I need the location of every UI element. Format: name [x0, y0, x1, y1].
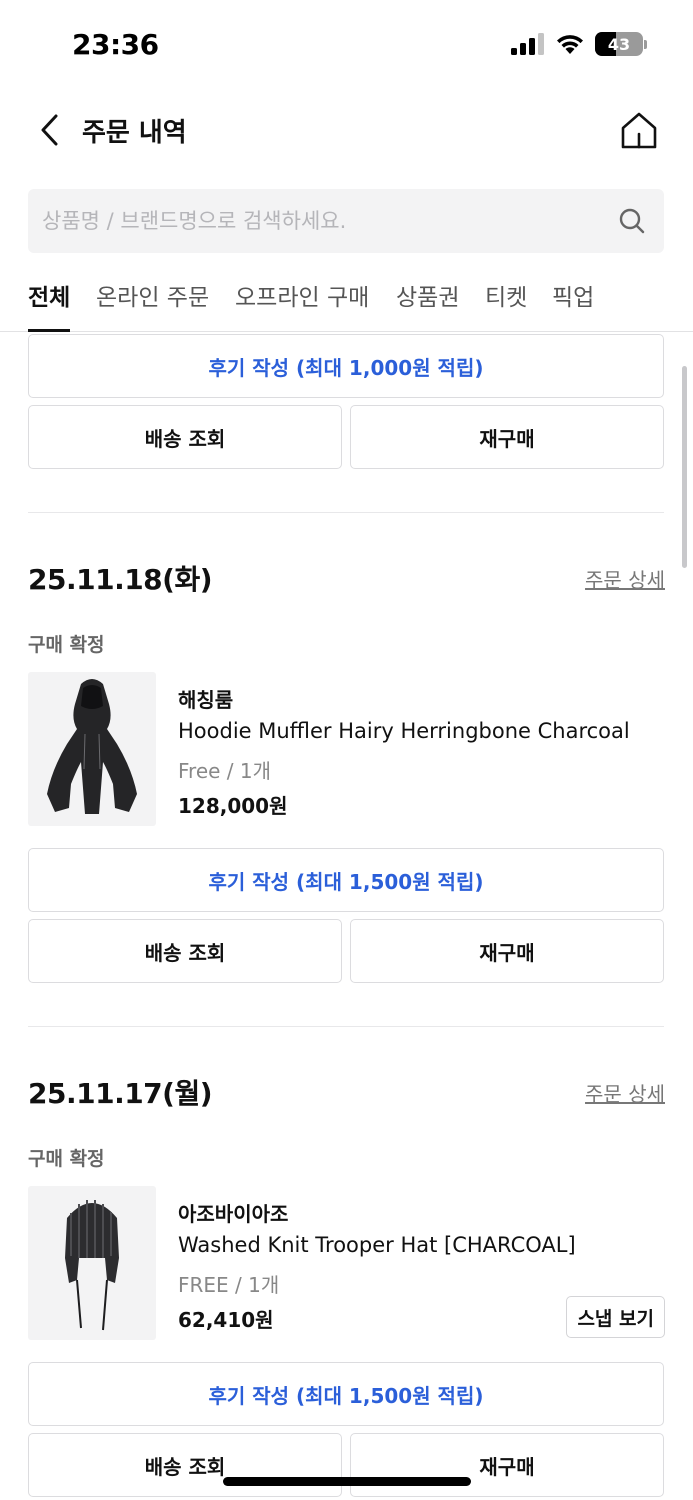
- product-price: 62,410원: [178, 1308, 274, 1332]
- rebuy-button[interactable]: 재구매: [350, 1433, 664, 1497]
- status-time: 23:36: [72, 28, 159, 61]
- product-name[interactable]: Hoodie Muffler Hairy Herringbone Charcoa…: [178, 719, 630, 743]
- order-type-tabs: 전체 온라인 주문 오프라인 구매 상품권 티켓 픽업: [0, 270, 693, 332]
- delivery-tracking-button[interactable]: 배송 조회: [28, 919, 342, 983]
- tab-online-order[interactable]: 온라인 주문: [96, 278, 209, 332]
- home-icon: [621, 112, 657, 149]
- product-name[interactable]: Washed Knit Trooper Hat [CHARCOAL]: [178, 1233, 576, 1257]
- product-thumbnail[interactable]: [28, 1186, 156, 1340]
- delivery-tracking-button[interactable]: 배송 조회: [28, 1433, 342, 1497]
- status-icons: 43: [511, 32, 647, 56]
- order-detail-link[interactable]: 주문 상세: [585, 1078, 665, 1107]
- order-status: 구매 확정: [28, 634, 105, 656]
- review-button[interactable]: 후기 작성 (최대 1,000원 적립): [28, 334, 664, 398]
- delivery-tracking-button[interactable]: 배송 조회: [28, 405, 342, 469]
- review-button[interactable]: 후기 작성 (최대 1,500원 적립): [28, 848, 664, 912]
- knit-trooper-hat-image: [65, 1200, 119, 1331]
- tab-all[interactable]: 전체: [28, 278, 71, 332]
- chevron-left-icon: [41, 114, 58, 146]
- signal-icon: [511, 33, 544, 55]
- battery-icon: 43: [595, 32, 643, 56]
- order-divider: [28, 1026, 664, 1027]
- rebuy-button[interactable]: 재구매: [350, 405, 664, 469]
- scrollbar[interactable]: [682, 366, 687, 568]
- product-brand: 해칭룸: [178, 688, 234, 712]
- tab-pickup[interactable]: 픽업: [552, 278, 594, 332]
- battery-indicator: 43: [595, 32, 647, 56]
- order-date: 25.11.18(화): [28, 563, 213, 596]
- navigation-header: 주문 내역: [0, 92, 693, 172]
- order-divider: [28, 512, 664, 513]
- order-detail-link[interactable]: 주문 상세: [585, 564, 665, 593]
- battery-level: 43: [607, 34, 631, 54]
- product-price: 128,000원: [178, 794, 288, 818]
- home-button[interactable]: [617, 108, 661, 152]
- hoodie-muffler-image: [47, 679, 137, 814]
- tab-ticket[interactable]: 티켓: [485, 278, 527, 332]
- order-date: 25.11.17(월): [28, 1077, 213, 1110]
- page-title: 주문 내역: [82, 118, 187, 148]
- product-option: Free / 1개: [178, 759, 272, 783]
- product-brand: 아조바이아조: [178, 1202, 289, 1226]
- wifi-icon: [557, 35, 583, 54]
- search-icon[interactable]: [618, 207, 646, 235]
- product-option: FREE / 1개: [178, 1273, 280, 1297]
- back-button[interactable]: [30, 108, 70, 152]
- review-button[interactable]: 후기 작성 (최대 1,500원 적립): [28, 1362, 664, 1426]
- tab-offline-purchase[interactable]: 오프라인 구매: [235, 278, 369, 332]
- order-status: 구매 확정: [28, 1148, 105, 1170]
- order-list[interactable]: 후기 작성 (최대 1,000원 적립) 배송 조회 재구매 25.11.18(…: [0, 332, 693, 1500]
- home-indicator[interactable]: [223, 1477, 471, 1486]
- rebuy-button[interactable]: 재구매: [350, 919, 664, 983]
- search-bar: [28, 189, 664, 253]
- product-thumbnail[interactable]: [28, 672, 156, 826]
- tab-gift-card[interactable]: 상품권: [396, 278, 459, 332]
- search-input[interactable]: [42, 189, 602, 253]
- snap-view-button[interactable]: 스냅 보기: [566, 1296, 665, 1338]
- status-bar: 23:36 43: [0, 0, 693, 92]
